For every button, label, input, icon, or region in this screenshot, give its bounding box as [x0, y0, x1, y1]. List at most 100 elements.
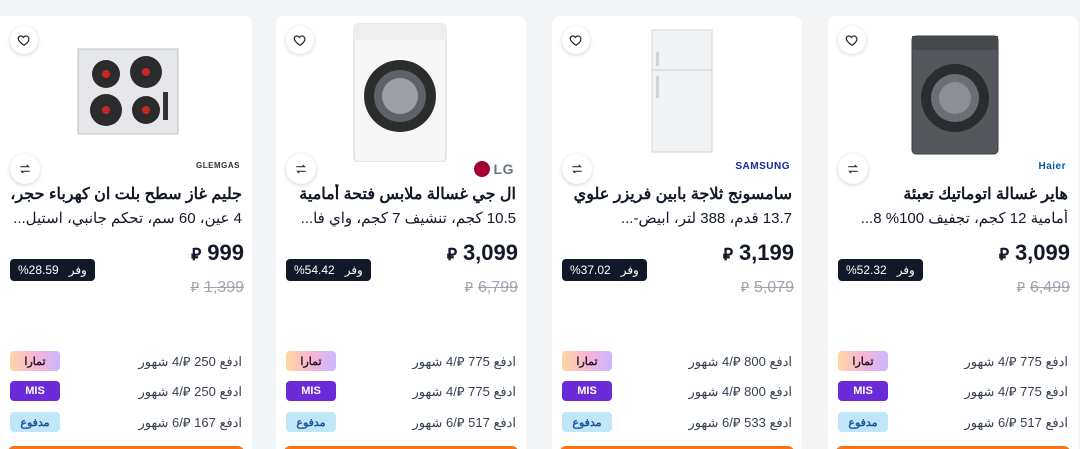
madfu-logo: مدفوع [562, 412, 612, 432]
discount-value: %28.59 [18, 263, 59, 277]
discount-label: وفر [68, 263, 87, 277]
tamara-logo: تمارا [562, 351, 612, 371]
old-price-value: 1,399 [203, 279, 244, 296]
installment-text: ادفع 250 ⃁/4 شهور [138, 383, 242, 399]
brand-logo: GLEMGAS [196, 161, 240, 170]
compare-button[interactable] [838, 154, 868, 184]
madfu-logo: مدفوع [838, 412, 888, 432]
installment-plan-madfu: مدفوع ادفع 517 ⃁/6 شهور [838, 411, 1068, 433]
product-title[interactable]: جليم غاز سطح بلت ان كهرباء حجر، [10, 184, 242, 204]
discount-badge: %52.32 وفر [838, 259, 923, 281]
installment-plan-tamara: تمارا ادفع 775 ⃁/4 شهور [838, 350, 1068, 372]
price-value: 3,099 [1014, 240, 1070, 265]
madfu-logo: مدفوع [10, 412, 60, 432]
old-price-value: 5,079 [753, 279, 794, 296]
price-value: 3,199 [738, 240, 794, 265]
product-title[interactable]: هاير غسالة اتوماتيك تعبئة [838, 184, 1068, 204]
wishlist-button[interactable] [562, 26, 590, 54]
heart-icon [569, 35, 582, 46]
wishlist-button[interactable] [838, 26, 866, 54]
product-subtitle: 4 عين، 60 سم، تحكم جانبي، استيل... [13, 210, 242, 227]
riyal-icon: ⃁ [464, 279, 473, 295]
installment-text: ادفع 800 ⃁/4 شهور [688, 353, 792, 369]
brand-name: LG [493, 161, 514, 177]
discount-label: وفر [620, 263, 639, 277]
installment-plan-mis: MIS ادفع 800 ⃁/4 شهور [562, 380, 792, 402]
compare-button[interactable] [286, 154, 316, 184]
installment-text: ادفع 517 ⃁/6 شهور [964, 414, 1068, 430]
discount-label: وفر [344, 263, 363, 277]
installment-text: ادفع 800 ⃁/4 شهور [688, 383, 792, 399]
installment-text: ادفع 775 ⃁/4 شهور [964, 353, 1068, 369]
mis-logo: MIS [10, 381, 60, 401]
riyal-icon: ⃁ [740, 279, 749, 295]
tamara-logo: تمارا [10, 351, 60, 371]
discount-badge: %37.02 وفر [562, 259, 647, 281]
price-value: 999 [207, 240, 244, 265]
product-image[interactable] [326, 22, 486, 163]
product-image[interactable] [50, 22, 210, 162]
product-card-samsung-fridge[interactable]: SAMSUNG سامسونج ثلاجة بابين فريزر علوي 1… [552, 16, 802, 449]
product-subtitle: أمامية 12 كجم، تجفيف 100% 8... [860, 210, 1068, 227]
heart-icon [17, 35, 30, 46]
heart-icon [845, 35, 858, 46]
mis-logo: MIS [562, 381, 612, 401]
compare-button[interactable] [562, 154, 592, 184]
original-price: ⃁ 6,799 [465, 278, 518, 297]
old-price-value: 6,499 [1029, 279, 1070, 296]
original-price: ⃁ 1,399 [191, 278, 244, 297]
current-price: ⃁ 999 [191, 240, 244, 266]
installment-text: ادفع 775 ⃁/4 شهور [412, 353, 516, 369]
product-card-glem-hob[interactable]: GLEMGAS جليم غاز سطح بلت ان كهرباء حجر، … [0, 16, 252, 449]
heart-icon [293, 35, 306, 46]
riyal-icon: ⃁ [446, 245, 457, 264]
installment-text: ادفع 533 ⃁/6 شهور [688, 414, 792, 430]
product-carousel-row: GLEMGAS جليم غاز سطح بلت ان كهرباء حجر، … [0, 0, 1080, 449]
discount-value: %37.02 [570, 263, 611, 277]
compare-arrows-icon [296, 164, 306, 174]
installment-text: ادفع 250 ⃁/4 شهور [138, 353, 242, 369]
mis-logo: MIS [286, 381, 336, 401]
compare-button[interactable] [10, 154, 40, 184]
installment-plan-madfu: مدفوع ادفع 167 ⃁/6 شهور [10, 411, 242, 433]
compare-arrows-icon [848, 164, 858, 174]
discount-badge: %54.42 وفر [286, 259, 371, 281]
product-image[interactable] [602, 22, 762, 162]
installment-plan-mis: MIS ادفع 775 ⃁/4 شهور [286, 380, 516, 402]
madfu-logo: مدفوع [286, 412, 336, 432]
installment-text: ادفع 517 ⃁/6 شهور [412, 414, 516, 430]
brand-logo: LG [473, 161, 514, 177]
wishlist-button[interactable] [286, 26, 314, 54]
original-price: ⃁ 6,499 [1017, 278, 1070, 297]
installment-text: ادفع 167 ⃁/6 شهور [138, 414, 242, 430]
current-price: ⃁ 3,099 [447, 240, 518, 266]
product-title[interactable]: ال جي غسالة ملابس فتحة أمامية [286, 184, 516, 204]
mis-logo: MIS [838, 381, 888, 401]
product-subtitle: 10.5 كجم، تنشيف 7 كجم، واي فا... [300, 210, 516, 227]
riyal-icon: ⃁ [190, 279, 199, 295]
product-subtitle: 13.7 قدم، 388 لتر، ابيض-... [620, 210, 792, 227]
product-image[interactable] [878, 22, 1038, 162]
installment-plan-tamara: تمارا ادفع 250 ⃁/4 شهور [10, 350, 242, 372]
discount-value: %52.32 [846, 263, 887, 277]
riyal-icon: ⃁ [191, 245, 202, 264]
current-price: ⃁ 3,099 [999, 240, 1070, 266]
discount-badge: %28.59 وفر [10, 259, 95, 281]
installment-text: ادفع 775 ⃁/4 شهور [964, 383, 1068, 399]
product-card-lg-washer[interactable]: LG ال جي غسالة ملابس فتحة أمامية 10.5 كج… [276, 16, 526, 449]
riyal-icon: ⃁ [998, 245, 1009, 264]
installment-plan-mis: MIS ادفع 775 ⃁/4 شهور [838, 380, 1068, 402]
compare-arrows-icon [572, 164, 582, 174]
product-card-haier-washer[interactable]: Haier هاير غسالة اتوماتيك تعبئة أمامية 1… [828, 16, 1078, 449]
current-price: ⃁ 3,199 [723, 240, 794, 266]
old-price-value: 6,799 [477, 279, 518, 296]
original-price: ⃁ 5,079 [741, 278, 794, 297]
wishlist-button[interactable] [10, 26, 38, 54]
brand-logo: Haier [1038, 161, 1066, 172]
installment-plan-madfu: مدفوع ادفع 517 ⃁/6 شهور [286, 411, 516, 433]
riyal-icon: ⃁ [722, 245, 733, 264]
product-title[interactable]: سامسونج ثلاجة بابين فريزر علوي [562, 184, 792, 204]
tamara-logo: تمارا [838, 351, 888, 371]
installment-plan-tamara: تمارا ادفع 800 ⃁/4 شهور [562, 350, 792, 372]
discount-label: وفر [896, 263, 915, 277]
